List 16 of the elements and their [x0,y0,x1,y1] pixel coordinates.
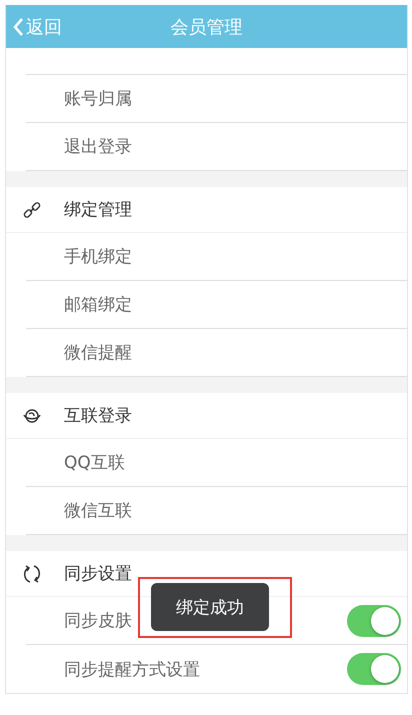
page-title: 会员管理 [170,16,242,38]
toggle-switch[interactable] [347,604,401,636]
planet-icon [22,406,42,424]
sync-icon [22,562,42,584]
section-title: 互联登录 [64,405,132,427]
toggle-switch[interactable] [347,653,401,685]
menu-item[interactable]: 手机绑定 [26,233,407,281]
section-title: 同步设置 [64,563,132,585]
link-icon [22,200,42,220]
menu-item[interactable]: 同步提醒方式设置 [26,645,407,693]
menu-item[interactable]: 账号归属 [26,75,407,123]
back-icon [12,16,24,36]
menu-item[interactable]: QQ互联 [26,439,407,487]
section-title: 绑定管理 [64,199,132,221]
toast-message: 绑定成功 [151,583,269,631]
menu-item[interactable]: 邮箱绑定 [26,281,407,329]
